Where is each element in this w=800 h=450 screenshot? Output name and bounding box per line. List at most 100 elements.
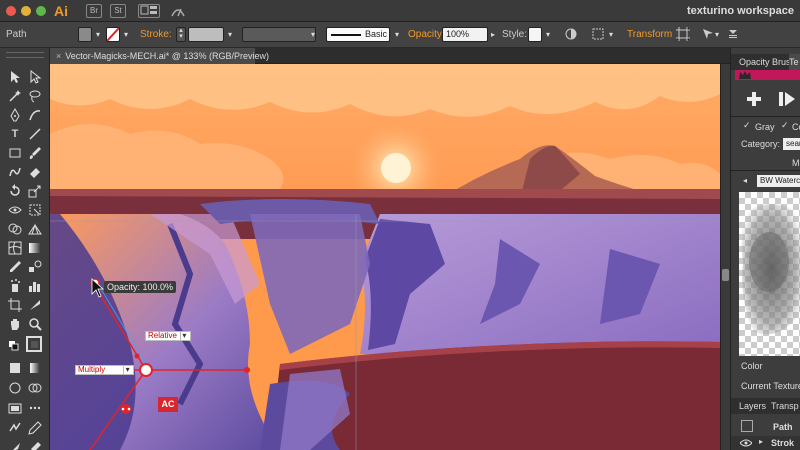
relative-dropdown[interactable]: Relative ▾ [145,331,191,341]
texture-mode-icon[interactable] [779,92,795,106]
toolbar-grip[interactable] [6,52,44,58]
align-to-dropdown[interactable]: ▾ [606,27,616,42]
eyedropper-tool-icon[interactable] [8,260,22,274]
selection-tools-dropdown[interactable]: ▾ [712,27,722,42]
draw-normal-icon[interactable] [8,381,22,395]
layer-path-name[interactable]: Path [773,422,793,432]
stroke-weight-dropdown[interactable]: ▾ [225,27,235,42]
fill-color-mode-icon[interactable] [8,361,22,375]
layer-expand-arrow[interactable]: ▸ [759,437,763,446]
ac-badge[interactable]: AC [158,397,178,412]
perspective-grid-tool-icon[interactable] [28,222,42,236]
gray-checkbox[interactable]: ✓ [743,121,752,130]
mesh-tool-icon[interactable] [8,241,22,255]
align-to-icon[interactable] [592,28,606,43]
slice-tool-icon[interactable] [28,298,42,312]
close-window-button[interactable] [6,6,16,16]
stock-button[interactable]: St [110,4,126,18]
canvas-vertical-scrollbar[interactable] [720,64,730,450]
lasso-tool-icon[interactable] [28,89,42,103]
stroke-swatch[interactable] [106,27,120,42]
stroke-dropdown-arrow[interactable]: ▾ [121,27,131,42]
fill-dropdown-arrow[interactable]: ▾ [93,27,103,42]
type-tool-icon[interactable]: T [8,127,22,141]
edit-toolbar-icon[interactable] [28,401,42,415]
artwork-illustration[interactable] [50,64,720,450]
tab-layers[interactable]: Layers [739,398,766,414]
gradient-mode-icon[interactable] [28,361,42,375]
magic-wand-tool-icon[interactable] [8,89,22,103]
workspace-switcher[interactable]: texturino workspace [687,5,794,17]
texture-preview[interactable] [739,192,800,356]
color-checkbox[interactable]: ✓ [781,121,790,130]
knife-tool-icon[interactable] [8,441,22,450]
opacity-dropdown-arrow[interactable]: ▸ [488,27,498,42]
zoom-window-button[interactable] [36,6,46,16]
stroke-weight-input[interactable] [188,27,224,42]
add-texture-icon[interactable] [747,92,761,106]
recolor-artwork-icon[interactable] [565,28,577,43]
reset-colors-icon[interactable] [8,340,22,354]
brush-dropdown-arrow[interactable]: ▾ [392,27,402,42]
pen-tool-icon[interactable] [8,108,22,122]
hand-tool-icon[interactable] [8,317,22,331]
column-graph-tool-icon[interactable] [28,279,42,293]
symbol-sprayer-tool-icon[interactable] [8,279,22,293]
gradient-tool-icon[interactable] [28,241,42,255]
direct-selection-tool-icon[interactable] [28,70,42,84]
scale-tool-icon[interactable] [28,184,42,198]
visibility-eye-icon[interactable] [740,439,752,447]
bridge-button[interactable]: Br [86,4,102,18]
artboard-canvas[interactable]: Opacity: 100.0% Relative ▾ Multiply ▾ AC [50,64,720,450]
variable-width-dropdown[interactable]: ▾ [308,27,318,42]
control-panel-menu-icon[interactable] [728,29,738,42]
curvature-tool-icon[interactable] [28,108,42,122]
scrollbar-thumb[interactable] [722,269,729,281]
tab-transparency[interactable]: Transp [771,398,800,414]
stroke-label[interactable]: Stroke: [140,29,172,40]
transform-link[interactable]: Transform [627,29,672,40]
paintbrush-tool-icon[interactable] [28,146,42,160]
blend-mode-caret[interactable]: ▾ [123,366,131,374]
width-tool-icon[interactable] [8,203,22,217]
blend-tool-icon[interactable] [28,260,42,274]
blob-brush-tool-icon[interactable] [28,441,42,450]
shape-builder-tool-icon[interactable] [8,222,22,236]
opacity-input[interactable]: 100% [442,27,488,42]
fill-swatch[interactable] [78,27,92,42]
document-tab[interactable]: × Vector-Magicks-MECH.ai* @ 133% (RGB/Pre… [50,48,269,64]
brush-definition-dropdown[interactable]: Basic [326,27,390,42]
graphic-style-swatch[interactable] [528,27,542,42]
texture-name-field[interactable]: BW Waterco [757,175,800,187]
layer-row-stroke[interactable]: ▸ Strok [731,436,800,450]
document-tab-close[interactable]: × [56,51,61,61]
zoom-tool-icon[interactable] [28,317,42,331]
free-transform-tool-icon[interactable] [28,203,42,217]
fill-stroke-selector[interactable] [26,336,42,352]
rectangle-tool-icon[interactable] [8,146,22,160]
blend-mode-dropdown[interactable]: Multiply ▾ [75,365,135,375]
arrange-documents-button[interactable] [138,4,160,18]
category-select[interactable]: sean [783,138,800,150]
draw-behind-icon[interactable] [28,381,42,395]
opacity-label[interactable]: Opacity: [408,29,445,40]
minimize-window-button[interactable] [21,6,31,16]
graphic-style-dropdown[interactable]: ▾ [543,27,553,42]
eraser-tool-icon[interactable] [28,165,42,179]
artboard-tool-icon[interactable] [8,298,22,312]
pencil-tool-icon[interactable] [28,421,42,435]
isolate-object-icon[interactable] [676,27,690,44]
stroke-weight-stepper[interactable]: ▴ ▾ [176,27,186,42]
gpu-performance-icon[interactable] [170,4,186,21]
tab-texturino[interactable]: Te [789,54,800,70]
change-screen-mode-icon[interactable] [8,401,22,415]
rotate-tool-icon[interactable] [8,184,22,198]
layer-stroke-name[interactable]: Strok [771,438,794,448]
symbol-shifter-tool-icon[interactable] [8,421,22,435]
shaper-tool-icon[interactable] [8,165,22,179]
texture-disclosure-arrow[interactable]: ◂ [743,176,747,185]
selection-tool-icon[interactable] [8,70,22,84]
tab-opacity-brushes[interactable]: Opacity Brus [739,54,789,70]
relative-dropdown-caret[interactable]: ▾ [179,332,188,340]
line-segment-tool-icon[interactable] [28,127,42,141]
